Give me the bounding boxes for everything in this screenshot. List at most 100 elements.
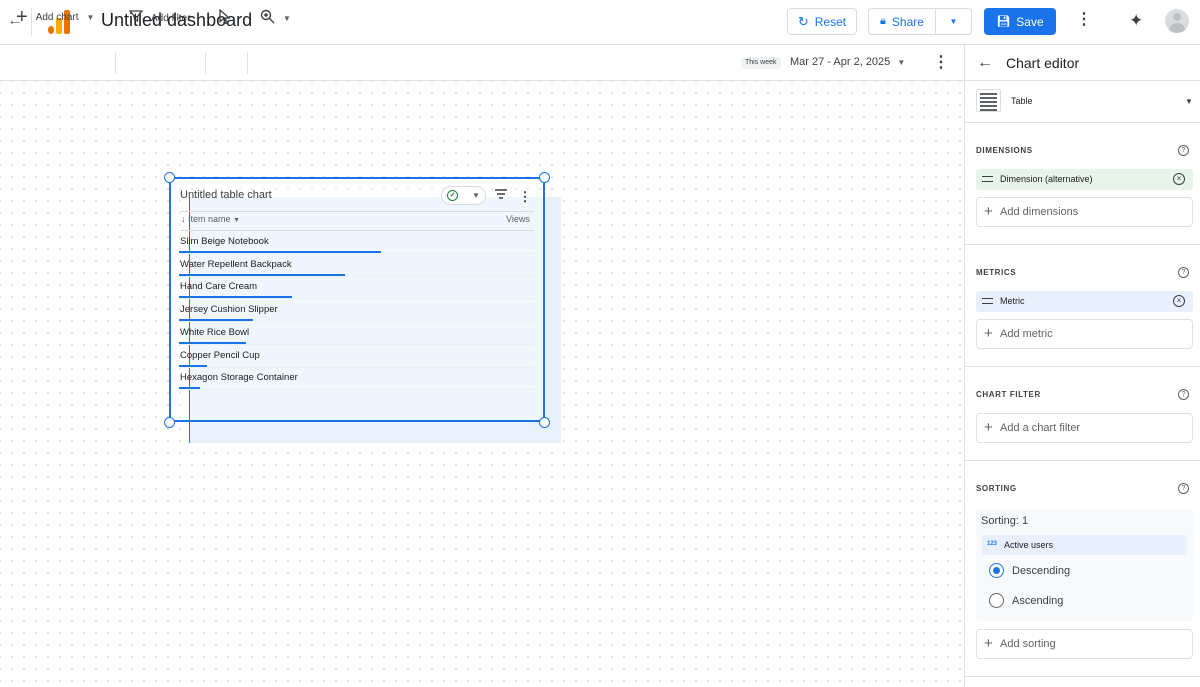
check-circle-icon: ✓ [447,190,458,201]
refresh-icon: ↻ [797,13,809,29]
drag-handle-icon[interactable] [982,298,993,304]
divider [964,366,1200,367]
panel-title: Chart editor [1006,55,1080,71]
plus-icon: + [16,6,28,28]
avatar[interactable] [1165,9,1189,33]
remove-icon[interactable]: × [1173,295,1185,307]
add-chart-filter-label: Add a chart filter [1000,422,1081,434]
radio-descending[interactable] [989,563,1004,578]
caret-down-icon: ▼ [1185,97,1193,106]
table-row-divider [180,366,534,368]
table-row-divider [180,253,534,254]
sort-metric-label: Active users [1004,540,1054,550]
add-chart-label: Add chart [35,11,79,23]
resize-handle-bottom-right[interactable] [539,417,550,428]
save-icon: 💾︎ [996,16,1011,28]
column-header-item-name[interactable]: ↓ Item name ▼ [181,214,240,224]
date-range-selector[interactable]: Mar 27 - Apr 2, 2025 ▼ [790,56,905,68]
drag-handle-icon[interactable] [982,176,993,182]
help-icon[interactable]: ? [1178,389,1189,400]
save-button[interactable]: 💾︎ Save [984,8,1056,35]
zoom-icon [260,9,275,27]
plus-icon: + [984,635,993,652]
table-row-label: Hand Care Cream [180,281,258,293]
chart-status-button[interactable]: ✓ ▼ [441,186,486,205]
sorting-title: Sorting: 1 [981,515,1029,527]
table-row-label: Jersey Cushion Slipper [180,304,278,316]
chart-more-icon[interactable]: ⋮ [518,190,532,204]
more-options-icon[interactable]: ⋮ [1076,12,1092,28]
table-row-divider [180,389,534,391]
section-label-metrics: METRICS [976,268,1017,277]
add-dimension-label: Add dimensions [1000,206,1079,218]
help-icon[interactable]: ? [1178,267,1189,278]
caret-down-icon: ▼ [233,217,240,224]
add-metric-button[interactable]: + Add metric [976,319,1193,349]
table-row-label: Copper Pencil Cup [180,349,260,361]
help-icon[interactable]: ? [1178,483,1189,494]
add-chart-filter-button[interactable]: + Add a chart filter [976,413,1193,443]
plus-icon: + [984,325,993,342]
select-pointer-button[interactable] [219,8,231,27]
table-row-label: White Rice Bowl [180,326,250,338]
resize-handle-top-left[interactable] [164,172,175,183]
caret-down-icon: ▼ [472,191,480,200]
sort-metric-chip[interactable]: 123 Active users [982,535,1187,555]
plus-icon: + [984,419,993,436]
reset-button[interactable]: ↻ Reset [787,8,857,35]
caret-down-icon: ▼ [86,12,95,22]
caret-down-icon: ▼ [283,13,291,23]
zoom-button[interactable]: ▼ [260,9,291,27]
resize-handle-bottom-left[interactable] [164,417,175,428]
table-row-label: Slim Beige Notebook [180,236,269,247]
radio-ascending-label[interactable]: Ascending [1012,595,1063,607]
metric-chip[interactable]: Metric × [976,291,1193,312]
table-header-divider [180,230,534,231]
table-row-divider [180,321,534,323]
help-icon[interactable]: ? [1178,145,1189,156]
table-row-label: Hexagon Storage Container [180,372,298,384]
radio-ascending[interactable] [989,593,1004,608]
table-row-label: Water Repellent Backpack [180,258,292,270]
add-chart-button[interactable]: + Add chart ▼ [16,6,95,28]
add-sorting-label: Add sorting [1000,638,1056,650]
add-dimension-button[interactable]: + Add dimensions [976,197,1193,227]
table-chart-icon [976,89,1001,112]
divider [205,52,206,74]
resize-handle-top-right[interactable] [539,172,550,183]
metric-chip-label: Metric [1000,296,1025,306]
chart-title[interactable]: Untitled table chart [180,189,272,201]
add-filter-button[interactable]: Add filter [128,9,191,28]
number-type-icon: 123 [987,541,998,547]
divider [964,244,1200,245]
divider [115,52,116,74]
share-button[interactable]: 🔒︎ Share [868,8,936,35]
cursor-arrow-icon [219,8,231,27]
share-label: Share [891,14,924,29]
reset-label: Reset [814,14,847,29]
plus-icon: + [984,203,993,220]
add-filter-label: Add filter [151,13,191,24]
divider [964,676,1200,677]
dimension-chip-label: Dimension (alternative) [1000,174,1093,184]
toolbar-more-icon[interactable]: ⋮ [933,55,949,71]
column-header-views[interactable]: Views [506,214,530,224]
divider [964,460,1200,461]
table-row-divider [180,343,534,345]
sort-lines-icon[interactable] [495,189,507,202]
radio-descending-label[interactable]: Descending [1012,565,1070,577]
column-header-label: Item name [188,214,231,224]
gemini-sparkle-icon[interactable]: ✦ [1129,11,1143,31]
save-label: Save [1016,14,1044,29]
add-sorting-button[interactable]: + Add sorting [976,629,1193,659]
table-row-divider [180,275,534,277]
chart-type-label: Table [1011,96,1033,106]
back-arrow-icon[interactable]: ← [977,54,993,72]
dimension-chip[interactable]: Dimension (alternative) × [976,169,1193,190]
caret-down-icon: ▼ [897,58,906,67]
section-label-dimensions: DIMENSIONS [976,146,1033,155]
section-label-chart-filter: CHART FILTER [976,390,1041,399]
divider [964,122,1200,123]
share-dropdown-button[interactable]: ▼ [935,8,972,35]
remove-icon[interactable]: × [1173,173,1185,185]
